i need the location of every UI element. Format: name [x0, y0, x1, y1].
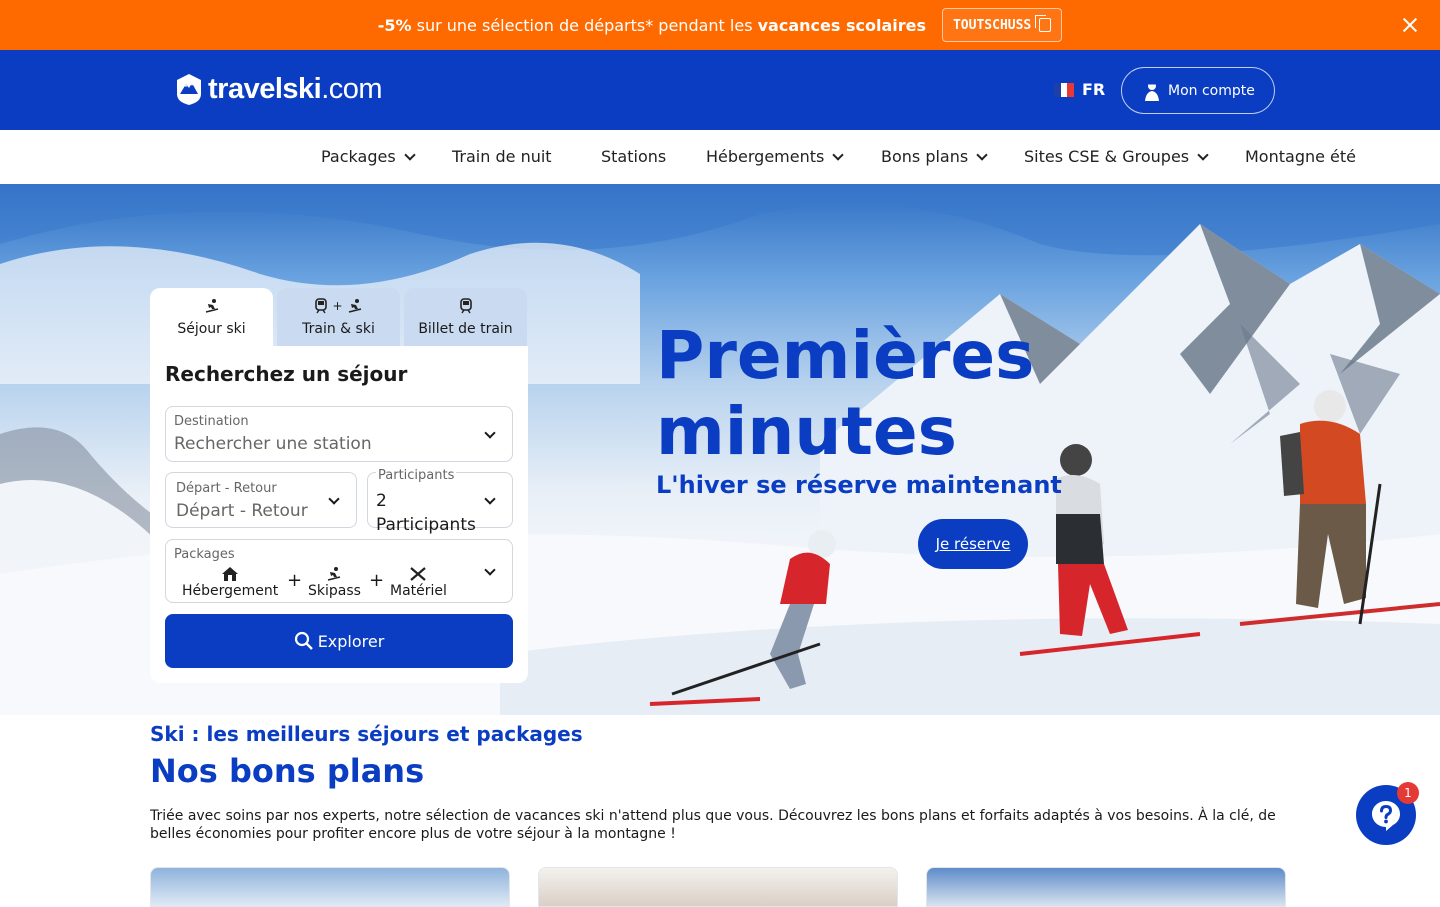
deal-card[interactable] [926, 867, 1286, 907]
chat-notification-badge: 1 [1397, 782, 1419, 804]
nav-label: Packages [321, 147, 396, 166]
chevron-down-icon [484, 493, 496, 505]
nav-label: Montagne été [1245, 147, 1356, 166]
dates-placeholder: Départ - Retour [176, 501, 308, 521]
participants-field[interactable]: Participants 2 Participants [367, 468, 513, 535]
deal-card[interactable] [150, 867, 510, 907]
search-icon [294, 631, 313, 650]
package-label: Skipass [308, 583, 361, 599]
train-icon [459, 298, 472, 314]
promo-discount: -5% [377, 15, 412, 35]
nav-item-sites-cse-groupes[interactable]: Sites CSE & Groupes [1024, 147, 1209, 166]
hero-title-line1: Premières [656, 317, 1035, 394]
main-nav: Packages Train de nuit Stations Hébergem… [0, 130, 1440, 184]
train-icon [315, 298, 328, 314]
package-plus: + [369, 570, 385, 591]
section-description: Triée avec soins par nos experts, notre … [150, 808, 1276, 842]
chevron-down-icon [976, 148, 988, 161]
nav-item-bons-plans[interactable]: Bons plans [881, 147, 988, 166]
destination-placeholder: Rechercher une station [174, 434, 372, 454]
section-kicker: Ski : les meilleurs séjours et packages [150, 722, 583, 746]
chevron-down-icon [484, 564, 496, 576]
nav-label: Bons plans [881, 147, 969, 166]
package-hebergement: Hébergement [182, 566, 278, 599]
promo-text-bold: vacances scolaires [757, 15, 926, 35]
hero-title: Premières minutes [656, 318, 1034, 470]
skier-icon [348, 299, 361, 313]
chevron-down-icon [1197, 148, 1209, 161]
nav-label: Train de nuit [452, 147, 552, 166]
search-tabs: Séjour ski + Train & ski Billet de train [150, 288, 528, 346]
chevron-down-icon [328, 493, 340, 505]
close-icon[interactable] [1398, 13, 1422, 37]
destination-field[interactable]: Destination Rechercher une station [165, 406, 513, 462]
packages-label: Packages [174, 547, 235, 562]
search-panel: Recherchez un séjour Destination Recherc… [150, 346, 528, 683]
skier-icon [328, 567, 341, 581]
language-selector[interactable]: FR [1054, 80, 1105, 99]
chevron-down-icon [484, 427, 496, 439]
promo-code-button[interactable]: TOUTSCHUSS [941, 8, 1063, 42]
dates-label: Départ - Retour [176, 481, 277, 496]
nav-item-train-de-nuit[interactable]: Train de nuit [452, 147, 552, 166]
promo-banner: -5% sur une sélection de départs* pendan… [0, 0, 1440, 50]
tab-train-ski[interactable]: + Train & ski [277, 288, 400, 346]
france-flag-icon [1054, 82, 1075, 97]
hero-subtitle: L'hiver se réserve maintenant [656, 471, 1062, 499]
dates-field[interactable]: Départ - Retour Départ - Retour [165, 472, 357, 528]
tab-label: Billet de train [418, 321, 513, 337]
explore-label: Explorer [317, 631, 385, 651]
chalet-icon [222, 567, 239, 581]
package-materiel: Matériel [390, 566, 447, 599]
tab-billet-de-train[interactable]: Billet de train [404, 288, 527, 346]
hero-cta-button[interactable]: Je réserve [918, 519, 1028, 569]
tab-sejour-ski[interactable]: Séjour ski [150, 288, 273, 346]
logo[interactable]: travelski.com [174, 72, 383, 106]
participants-count: 2 [376, 491, 387, 511]
package-label: Hébergement [182, 583, 279, 599]
nav-item-stations[interactable]: Stations [601, 147, 666, 166]
help-chat-icon [1372, 801, 1400, 831]
language-label: FR [1082, 80, 1106, 99]
tab-label: Séjour ski [177, 321, 246, 337]
skier-avatar-icon [1145, 81, 1159, 101]
deal-card[interactable] [538, 867, 898, 907]
tab-plus: + [332, 299, 343, 313]
package-plus: + [287, 570, 303, 591]
nav-item-montagne-ete[interactable]: Montagne été [1245, 147, 1356, 166]
chevron-down-icon [832, 148, 845, 161]
nav-label: Stations [601, 147, 667, 166]
copy-icon [1035, 15, 1052, 32]
promo-text: -5% sur une sélection de départs* pendan… [378, 16, 926, 35]
packages-field[interactable]: Packages Hébergement + Skipass + Matérie… [165, 539, 513, 603]
package-skipass: Skipass [308, 566, 361, 599]
participants-label: Participants [376, 468, 457, 483]
chevron-down-icon [403, 148, 416, 161]
promo-code: TOUTSCHUSS [952, 17, 1032, 33]
promo-text-middle: sur une sélection de départs* pendant le… [411, 15, 758, 35]
logo-bold: travelski [208, 72, 322, 105]
package-label: Matériel [390, 583, 447, 599]
nav-item-hebergements[interactable]: Hébergements [706, 147, 845, 166]
destination-label: Destination [174, 414, 249, 429]
section-heading: Nos bons plans [150, 752, 425, 790]
site-header: travelski.com FR Mon compte [0, 50, 1440, 130]
participants-value: 2 Participants [376, 489, 476, 537]
search-title: Recherchez un séjour [165, 362, 408, 386]
logo-light: .com [321, 72, 383, 105]
hero-title-line2: minutes [656, 393, 957, 470]
tab-label: Train & ski [302, 321, 375, 337]
nav-item-packages[interactable]: Packages [321, 147, 416, 166]
nav-label: Hébergements [706, 147, 825, 166]
account-label: Mon compte [1168, 82, 1255, 99]
account-button[interactable]: Mon compte [1121, 67, 1275, 114]
skis-icon [410, 567, 427, 581]
skier-icon [205, 299, 218, 313]
explore-button[interactable]: Explorer [165, 614, 513, 668]
participants-unit: Participants [376, 515, 476, 535]
mountain-logo-icon [177, 74, 201, 105]
nav-label: Sites CSE & Groupes [1024, 147, 1190, 166]
